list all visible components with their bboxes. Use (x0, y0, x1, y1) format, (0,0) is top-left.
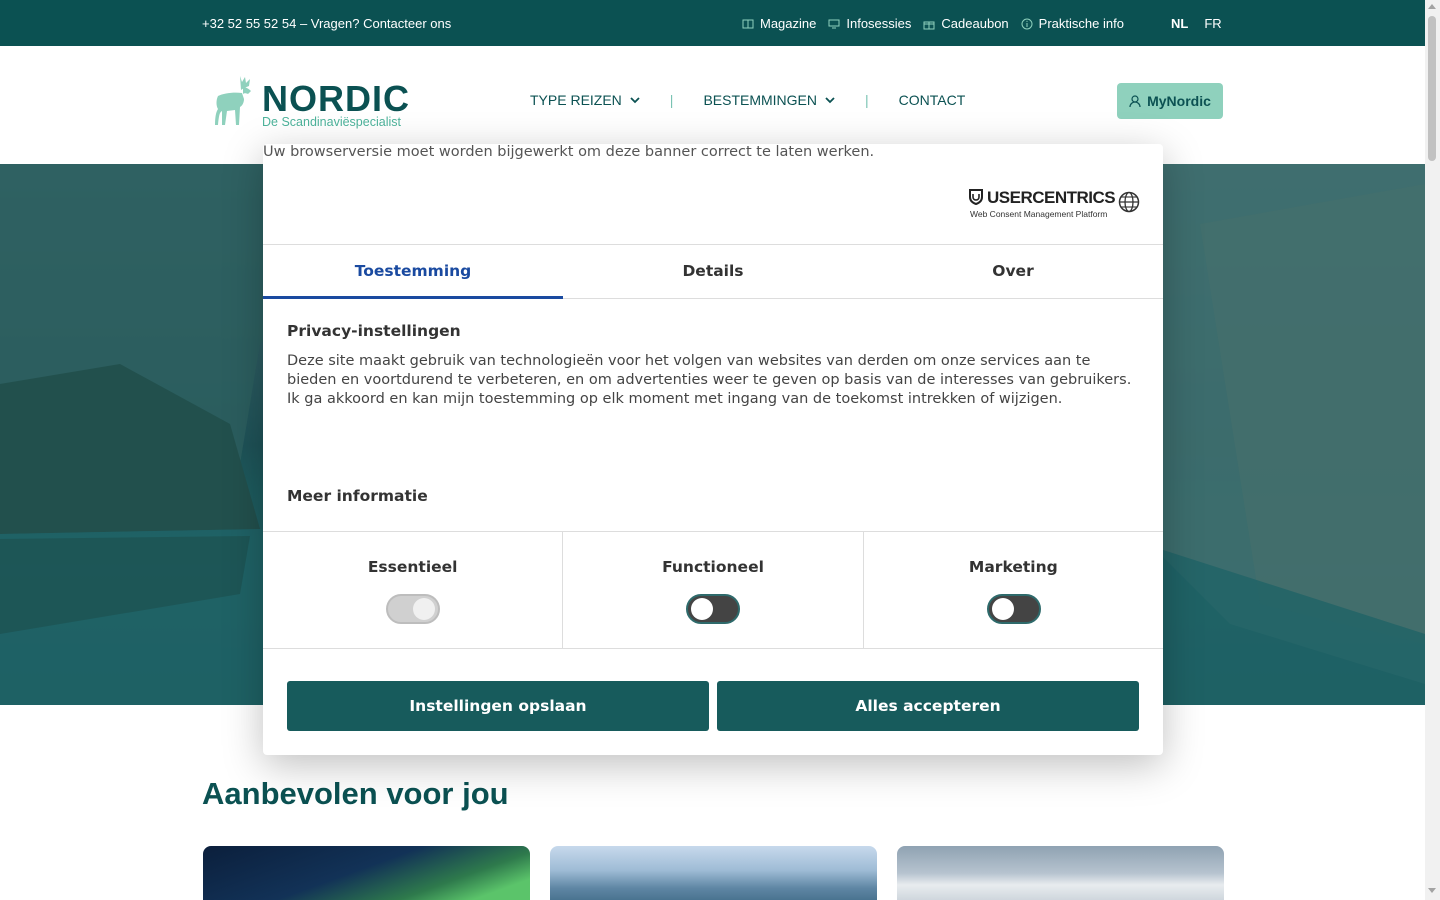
language-fr[interactable]: FR (1204, 16, 1221, 31)
cadeaubon-link[interactable]: Cadeaubon (923, 16, 1009, 31)
usercentrics-subtitle: Web Consent Management Platform (970, 209, 1108, 219)
nav-separator: | (669, 92, 674, 108)
category-label: Functioneel (662, 558, 764, 576)
magazine-label: Magazine (760, 16, 817, 31)
save-settings-button[interactable]: Instellingen opslaan (287, 681, 709, 731)
gift-icon (923, 21, 935, 29)
nordic-logo[interactable]: NORDIC De Scandinaviëspecialist (210, 72, 410, 132)
essentieel-toggle (386, 594, 440, 624)
language-switcher: NL FR (1171, 16, 1222, 31)
toggle-knob (991, 598, 1014, 620)
nav-contact[interactable]: CONTACT (899, 92, 966, 108)
scrollbar-thumb[interactable] (1428, 16, 1436, 161)
recommended-card-aurora[interactable] (203, 846, 530, 900)
nav-separator: | (865, 92, 869, 108)
category-label: Marketing (968, 558, 1058, 576)
category-essentieel: Essentieel (263, 532, 562, 648)
user-icon (1129, 94, 1141, 107)
logo-tagline: De Scandinaviëspecialist (262, 115, 401, 129)
recommended-card-mountains[interactable] (550, 846, 877, 900)
praktische-info-link[interactable]: Praktische info (1021, 16, 1124, 31)
consent-dialog: Uw browserversie moet worden bijgewerkt … (263, 144, 1163, 755)
moose-icon (215, 76, 251, 125)
mynordic-button[interactable]: MyNordic (1117, 83, 1223, 119)
shield-icon (969, 189, 983, 205)
logo-wordmark: NORDIC (262, 78, 410, 119)
globe-icon[interactable] (1118, 191, 1140, 213)
infosessies-label: Infosessies (846, 16, 912, 31)
tab-over[interactable]: Over (863, 245, 1163, 298)
phone-contact-link[interactable]: +32 52 55 52 54 – Vragen? Contacteer ons (202, 16, 451, 31)
tab-details[interactable]: Details (563, 245, 863, 298)
usercentrics-logo: USERCENTRICS Web Consent Management Plat… (969, 188, 1116, 220)
nav-contact-label: CONTACT (898, 92, 966, 108)
cadeaubon-label: Cadeaubon (941, 16, 1009, 31)
tab-toestemming[interactable]: Toestemming (263, 245, 563, 299)
toggle-knob (413, 598, 435, 620)
toggle-knob (691, 598, 714, 620)
recommended-card-sky[interactable] (897, 846, 1224, 900)
privacy-heading: Privacy-instellingen (287, 322, 461, 340)
main-nav: TYPE REIZEN | BESTEMMINGEN | CONTACT (530, 92, 965, 108)
recommended-heading: Aanbevolen voor jou (202, 776, 509, 811)
functioneel-toggle[interactable] (686, 594, 741, 624)
accept-all-button[interactable]: Alles accepteren (717, 681, 1139, 731)
scroll-up-arrow-icon[interactable] (1428, 4, 1436, 9)
scroll-down-arrow-icon[interactable] (1428, 888, 1436, 893)
category-label: Essentieel (367, 558, 458, 576)
monitor-icon (828, 19, 840, 28)
consent-tabs: Toestemming Details Over (263, 244, 1163, 299)
chevron-down-icon (825, 96, 835, 103)
magazine-icon (742, 19, 754, 28)
top-bar: +32 52 55 52 54 – Vragen? Contacteer ons… (0, 0, 1425, 46)
nav-type-reizen[interactable]: TYPE REIZEN (530, 92, 640, 108)
infosessies-link[interactable]: Infosessies (828, 16, 911, 31)
language-nl[interactable]: NL (1171, 16, 1188, 31)
top-links: Magazine Infosessies Cadeaubon Praktisch… (742, 16, 1124, 31)
praktische-info-label: Praktische info (1038, 16, 1124, 31)
info-icon (1021, 18, 1033, 29)
marketing-toggle[interactable] (986, 594, 1041, 624)
magazine-link[interactable]: Magazine (742, 16, 816, 31)
browser-update-notice: Uw browserversie moet worden bijgewerkt … (263, 144, 875, 160)
category-marketing: Marketing (862, 532, 1163, 648)
category-functioneel: Functioneel (562, 532, 862, 648)
chevron-down-icon (630, 96, 640, 103)
mynordic-label: MyNordic (1147, 93, 1211, 109)
nav-bestemmingen[interactable]: BESTEMMINGEN (703, 92, 835, 108)
privacy-description: Deze site maakt gebruik van technologieë… (287, 353, 1132, 407)
consent-categories: Essentieel Functioneel Marketing (263, 531, 1163, 649)
usercentrics-wordmark: USERCENTRICS (987, 188, 1116, 207)
more-info-link[interactable]: Meer informatie (287, 487, 428, 505)
nav-type-reizen-label: TYPE REIZEN (530, 92, 622, 108)
nav-bestemmingen-label: BESTEMMINGEN (703, 92, 818, 108)
